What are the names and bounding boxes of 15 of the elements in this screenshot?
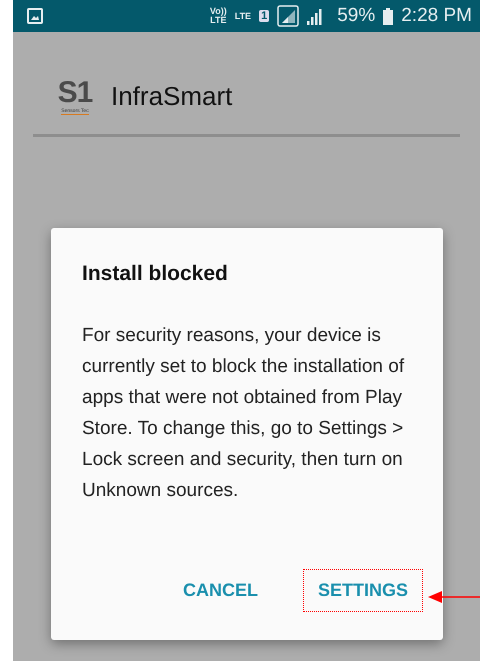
- app-title: InfraSmart: [111, 80, 232, 112]
- dialog-message: For security reasons, your device is currently set to block the installation of apps that were not obtained from Play Store. To change this, go to Settings > Lock screen and security, then turn on Unknown sources.: [82, 324, 406, 503]
- battery-percentage: 59%: [337, 5, 376, 27]
- image-icon: [27, 8, 43, 24]
- arrow-icon: [428, 590, 480, 604]
- dialog-button[interactable]: CANCEL: [174, 576, 266, 605]
- dialog-button[interactable]: SETTINGS: [310, 576, 416, 605]
- sim-indicator: 1: [259, 10, 270, 22]
- volte-indicator: Vo)) LTE: [210, 7, 227, 25]
- battery-icon: [383, 8, 394, 24]
- signal-icon: [307, 7, 324, 25]
- network-type: LTE: [234, 12, 252, 20]
- signal-icon: [277, 5, 300, 27]
- clock-time: 2:28 PM: [401, 5, 472, 27]
- dialog-title: Install blocked: [82, 262, 229, 286]
